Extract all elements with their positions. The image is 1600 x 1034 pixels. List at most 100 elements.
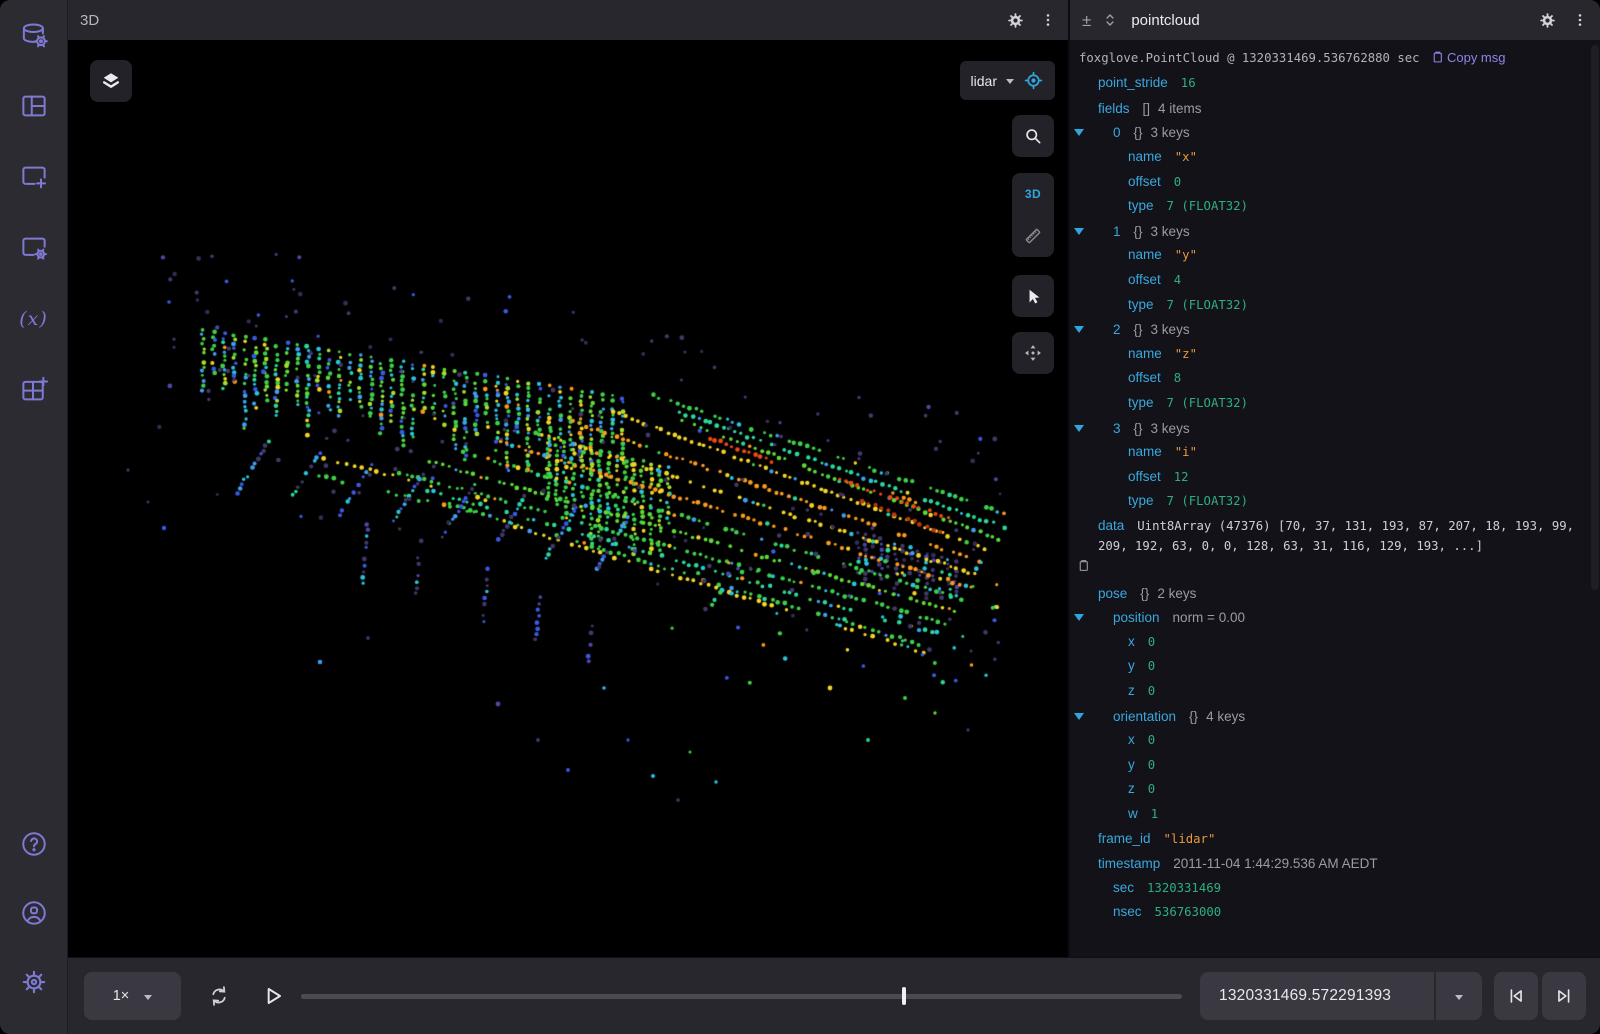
tree-row[interactable]: x0 [1070, 629, 1590, 654]
step-forward-icon [1553, 985, 1575, 1007]
tree-row[interactable]: y0 [1070, 654, 1590, 679]
layout-grid-button[interactable] [12, 84, 56, 128]
tree-row[interactable]: offset12 [1070, 465, 1590, 490]
tree-row[interactable]: fields[]4 items [1070, 96, 1590, 121]
tree-row[interactable]: w1 [1070, 802, 1590, 827]
seek-bar[interactable] [301, 972, 1182, 1020]
expand-caret-icon[interactable] [1092, 221, 1113, 240]
tree-row[interactable]: 3{}3 keys [1070, 415, 1590, 440]
scrollbar-thumb[interactable] [1591, 45, 1599, 590]
tree-row[interactable]: z0 [1070, 777, 1590, 802]
measure-button[interactable] [1012, 215, 1054, 257]
seek-track[interactable] [301, 994, 1182, 999]
seek-playhead[interactable] [902, 987, 906, 1005]
tree-row[interactable]: positionnorm = 0.00 [1070, 605, 1590, 630]
tree-row[interactable]: 0{}3 keys [1070, 120, 1590, 145]
clipboard-icon [1431, 50, 1444, 64]
tree-row[interactable]: type7 (FLOAT32) [1070, 489, 1590, 514]
app-settings-button[interactable] [12, 960, 56, 1004]
pointcloud-canvas[interactable] [68, 40, 1068, 957]
tree-row[interactable]: nsec536763000 [1070, 900, 1590, 925]
tree-row[interactable]: type7 (FLOAT32) [1070, 391, 1590, 416]
expand-caret-icon[interactable] [1092, 706, 1113, 725]
tree-value: 3 keys [1151, 125, 1190, 140]
tree-key: z [1128, 781, 1135, 796]
tree-value: 0 [1148, 659, 1155, 673]
panel-menu-kebab-icon[interactable] [1040, 12, 1056, 28]
frame-selector[interactable]: lidar [960, 61, 1055, 100]
measure-ruler-icon [1023, 226, 1043, 246]
panel-row: 3D [68, 0, 1600, 957]
tree-key: name [1128, 149, 1162, 164]
timestamp-format-button[interactable] [1436, 972, 1482, 1020]
tree-key: frame_id [1098, 831, 1151, 846]
tree-row[interactable]: name"i" [1070, 440, 1590, 465]
panel-settings-gear-icon[interactable] [1007, 12, 1024, 29]
tree-row[interactable]: offset0 [1070, 169, 1590, 194]
tree-row[interactable]: point_stride16 [1070, 71, 1590, 96]
tree-row[interactable]: name"y" [1070, 243, 1590, 268]
pointer-button[interactable] [1012, 275, 1054, 317]
expand-caret-icon[interactable] [1077, 853, 1098, 872]
tree-row[interactable]: type7 (FLOAT32) [1070, 194, 1590, 219]
expand-caret-icon[interactable] [1092, 319, 1113, 338]
expand-caret-icon[interactable] [1077, 583, 1098, 602]
tree-row[interactable]: pose{}2 keys [1070, 580, 1590, 605]
tree-row[interactable]: offset8 [1070, 366, 1590, 391]
step-forward-button[interactable] [1542, 972, 1586, 1020]
account-icon [19, 898, 49, 928]
tree-row[interactable]: type7 (FLOAT32) [1070, 292, 1590, 317]
tree-row[interactable]: timestamp2011-11-04 1:44:29.536 AM AEDT [1070, 851, 1590, 876]
account-button[interactable] [12, 891, 56, 935]
tree-row[interactable]: z0 [1070, 679, 1590, 704]
tree-key: 1 [1113, 224, 1121, 239]
variables-icon: (x) [19, 308, 48, 330]
tree-value: 0 [1148, 635, 1155, 649]
copy-msg-button[interactable]: Copy msg [1427, 50, 1506, 65]
play-button[interactable] [253, 976, 293, 1016]
move-button[interactable] [1012, 332, 1054, 374]
tree-row[interactable]: frame_id"lidar" [1070, 826, 1590, 851]
layers-button[interactable] [90, 60, 132, 102]
tree-row[interactable]: 2{}3 keys [1070, 317, 1590, 342]
follow-frame-crosshair-icon[interactable] [1023, 70, 1044, 91]
data-source-button[interactable] [12, 13, 56, 57]
panel-menu-kebab-icon[interactable] [1572, 12, 1588, 28]
timestamp-input[interactable] [1219, 987, 1415, 1005]
add-layout-button[interactable] [12, 368, 56, 412]
step-back-button[interactable] [1494, 972, 1538, 1020]
3d-mode-button[interactable]: 3D [1012, 173, 1054, 215]
panel-3d-header[interactable]: 3D [68, 0, 1068, 40]
playback-speed-label: 1× [113, 988, 130, 1004]
panel-settings-gear-icon[interactable] [1539, 12, 1556, 29]
copy-data-icon[interactable] [1098, 556, 1590, 578]
unfold-chevrons-icon[interactable] [1103, 12, 1117, 28]
tree-row[interactable]: x0 [1070, 728, 1590, 753]
tree-row[interactable]: name"x" [1070, 145, 1590, 170]
tree-row[interactable]: orientation{}4 keys [1070, 703, 1590, 728]
expand-collapse-all-icon[interactable]: ± [1082, 12, 1091, 29]
search-button[interactable] [1012, 115, 1054, 157]
help-button[interactable] [12, 822, 56, 866]
tree-key: position [1113, 610, 1160, 625]
tree-row[interactable]: dataUint8Array (47376) [70, 37, 131, 193… [1070, 514, 1590, 581]
tree-row[interactable]: 1{}3 keys [1070, 219, 1590, 244]
panel-settings-button[interactable] [12, 226, 56, 270]
expand-caret-icon[interactable] [1092, 607, 1113, 626]
expand-caret-icon[interactable] [1092, 418, 1113, 437]
tree-row[interactable]: offset4 [1070, 268, 1590, 293]
tree-value: {} [1134, 322, 1143, 337]
playback-speed-button[interactable]: 1× [84, 972, 181, 1020]
loop-button[interactable] [199, 976, 239, 1016]
tree-row[interactable]: name"z" [1070, 342, 1590, 367]
expand-caret-icon[interactable] [1077, 98, 1098, 117]
tree-value: {} [1189, 709, 1198, 724]
panel-raw-header[interactable]: ± pointcloud [1070, 0, 1600, 40]
tree-value: 4 [1174, 273, 1181, 287]
tree-value: 2011-11-04 1:44:29.536 AM AEDT [1173, 856, 1377, 871]
add-panel-button[interactable] [12, 155, 56, 199]
tree-row[interactable]: y0 [1070, 752, 1590, 777]
tree-row[interactable]: sec1320331469 [1070, 875, 1590, 900]
variables-button[interactable]: (x) [12, 297, 56, 341]
expand-caret-icon[interactable] [1092, 122, 1113, 141]
